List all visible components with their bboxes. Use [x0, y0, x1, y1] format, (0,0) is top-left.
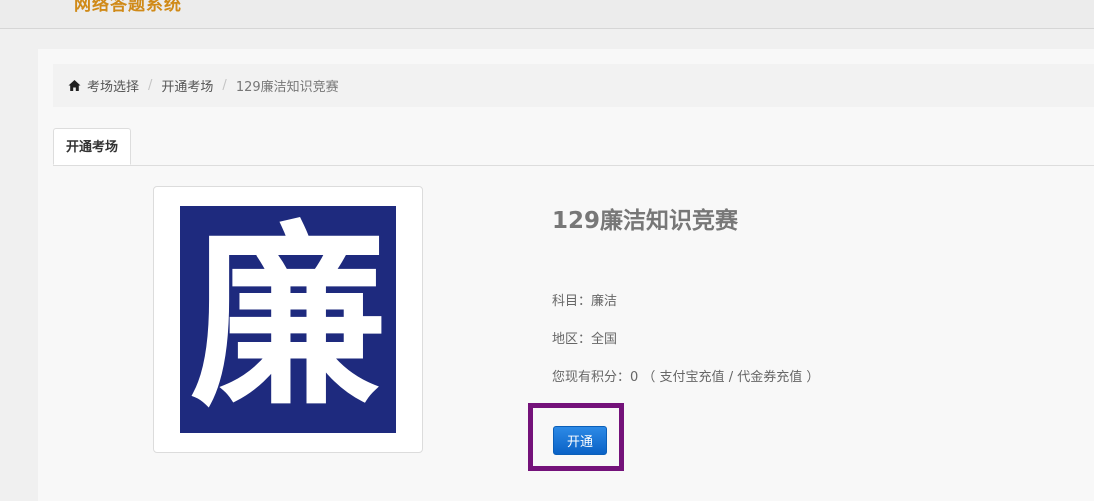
points-suffix: ）: [802, 370, 820, 385]
exam-subject: 科目：廉洁: [552, 294, 618, 309]
open-exam-button[interactable]: 开通: [553, 426, 607, 455]
tab-open-exam[interactable]: 开通考场: [53, 128, 132, 165]
tab-bar: 开通考场: [53, 128, 1094, 166]
breadcrumb-separator: /: [222, 78, 227, 93]
exam-cover-character: 廉: [189, 206, 386, 433]
points-text: 您现有积分：0 （: [552, 370, 660, 385]
exam-cover-image: 廉: [180, 206, 396, 433]
voucher-recharge-link[interactable]: 代金券充值: [737, 370, 802, 385]
exam-region: 地区：全国: [552, 332, 618, 347]
exam-title: 129廉洁知识竞赛: [552, 208, 739, 234]
top-navbar: 网络答题系统: [0, 0, 1094, 29]
breadcrumb-separator: /: [148, 78, 153, 93]
points-divider: /: [724, 370, 738, 385]
home-icon: [68, 80, 81, 91]
system-title: 网络答题系统: [74, 0, 182, 15]
exam-image-card: 廉: [153, 186, 423, 453]
alipay-recharge-link[interactable]: 支付宝充值: [660, 370, 725, 385]
breadcrumb-exam-select[interactable]: 考场选择: [87, 76, 139, 95]
points-line: 您现有积分：0 （ 支付宝充值 / 代金券充值 ）: [552, 366, 819, 385]
breadcrumb: 考场选择 / 开通考场 / 129廉洁知识竞赛: [53, 64, 1094, 107]
breadcrumb-open-exam[interactable]: 开通考场: [161, 76, 213, 95]
main-content: 考场选择 / 开通考场 / 129廉洁知识竞赛 开通考场 廉 129廉洁知识竞赛…: [38, 49, 1094, 501]
breadcrumb-current: 129廉洁知识竞赛: [235, 80, 339, 95]
